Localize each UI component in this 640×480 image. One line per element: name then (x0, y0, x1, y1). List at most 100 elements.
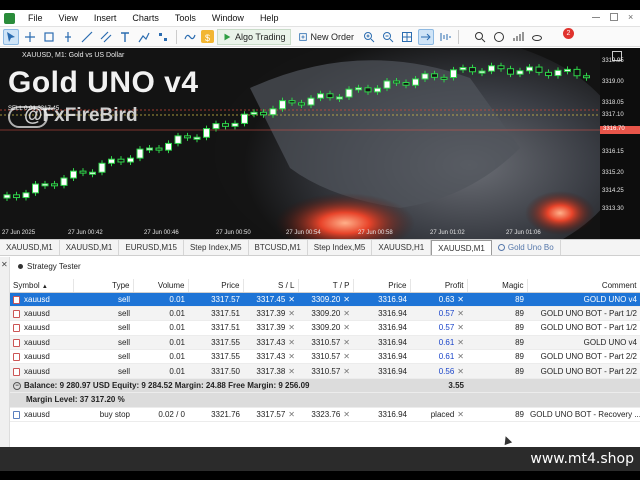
remove-sl-icon[interactable]: ✕ (288, 295, 295, 304)
chart-tab[interactable]: Step Index,M5 (308, 240, 373, 255)
table-row[interactable]: xauusd sell 0.01 3317.51 3317.39 ✕ 3309.2… (10, 306, 640, 322)
search-button[interactable] (472, 29, 488, 45)
channel-button[interactable] (98, 29, 114, 45)
menu-help[interactable]: Help (252, 13, 287, 23)
close-position-icon[interactable]: ✕ (457, 367, 464, 376)
close-position-icon[interactable]: ✕ (457, 309, 464, 318)
remove-sl-icon[interactable]: ✕ (288, 309, 295, 318)
table-row[interactable]: xauusd sell 0.01 3317.51 3317.39 ✕ 3309.2… (10, 320, 640, 336)
close-icon[interactable]: ✕ (1, 260, 8, 269)
price-axis-label: 3318.05 (602, 100, 624, 106)
remove-tp-icon[interactable]: ✕ (343, 367, 350, 376)
expand-summary-icon[interactable]: − (13, 381, 21, 390)
remove-tp-icon[interactable]: ✕ (343, 309, 350, 318)
cell-volume: 0.01 (133, 292, 188, 307)
column-header-type[interactable]: Type (73, 279, 134, 293)
new-order-button[interactable]: New Order (294, 29, 359, 45)
delete-order-icon[interactable]: ✕ (457, 410, 464, 419)
cell-magic: 89 (467, 306, 527, 322)
balance-summary-text: Balance: 9 280.97 USD Equity: 9 284.52 M… (24, 381, 310, 391)
table-row[interactable]: xauusd sell 0.01 3317.57 3317.45 ✕ 3309.2… (10, 292, 640, 307)
menu-view[interactable]: View (51, 13, 86, 23)
restore-icon[interactable] (610, 13, 618, 21)
remove-sl-icon[interactable]: ✕ (288, 367, 295, 376)
chart-shift-button[interactable] (437, 29, 453, 45)
column-header-sl[interactable]: S / L (243, 279, 299, 293)
chart-tab[interactable]: XAUUSD,M1 (60, 240, 120, 255)
zoom-out-button[interactable] (380, 29, 396, 45)
zoom-in-button[interactable] (361, 29, 377, 45)
menu-tools[interactable]: Tools (167, 13, 204, 23)
candle (554, 69, 562, 77)
close-position-icon[interactable]: ✕ (457, 295, 464, 304)
column-header-magic[interactable]: Magic (467, 279, 528, 293)
column-header-current-price[interactable]: Price (353, 279, 411, 293)
tile-windows-button[interactable] (399, 29, 415, 45)
algo-trading-button[interactable]: Algo Trading (217, 28, 291, 45)
candle (507, 68, 514, 75)
indicators-button[interactable] (182, 29, 198, 45)
column-header-profit[interactable]: Profit (410, 279, 468, 293)
column-header-symbol[interactable]: Symbol ▲ (10, 279, 74, 293)
minimize-icon[interactable] (592, 13, 600, 18)
vps-button[interactable] (529, 29, 545, 45)
remove-sl-icon[interactable]: ✕ (288, 323, 295, 332)
chart-tab[interactable]: EURUSD,M15 (119, 240, 184, 255)
close-position-icon[interactable]: ✕ (457, 338, 464, 347)
column-header-comment[interactable]: Comment (527, 279, 640, 293)
menu-insert[interactable]: Insert (86, 13, 125, 23)
crosshair-tool-button[interactable] (22, 29, 38, 45)
menu-window[interactable]: Window (204, 13, 252, 23)
chart-tab-icon (497, 244, 505, 252)
chart-tab-active[interactable]: XAUUSD,M1 (431, 240, 492, 255)
panel-title: Strategy Tester (18, 262, 81, 271)
cell-type: sell (73, 292, 133, 307)
column-header-volume[interactable]: Volume (133, 279, 189, 293)
remove-tp-icon[interactable]: ✕ (343, 295, 350, 304)
close-position-icon[interactable]: ✕ (457, 323, 464, 332)
cell-tp: 3323.76 (311, 409, 341, 419)
shapes-tool-button[interactable] (136, 29, 152, 45)
chart-tab[interactable]: BTCUSD,M1 (249, 240, 308, 255)
cursor-tool-button[interactable] (3, 28, 19, 45)
signals-button[interactable] (510, 29, 526, 45)
remove-sl-icon[interactable]: ✕ (288, 410, 295, 419)
remove-tp-icon[interactable]: ✕ (343, 352, 350, 361)
chart-tab[interactable]: Gold Uno Bo (492, 240, 561, 255)
column-header-price[interactable]: Price (188, 279, 244, 293)
remove-tp-icon[interactable]: ✕ (343, 323, 350, 332)
table-row[interactable]: xauusd sell 0.01 3317.50 3317.38 ✕ 3310.5… (10, 363, 640, 379)
chart-tab[interactable]: Step Index,M5 (184, 240, 249, 255)
price-chart[interactable]: XAUUSD, M1: Gold vs US Dollar Gold UNO v… (0, 48, 640, 239)
remove-sl-icon[interactable]: ✕ (288, 352, 295, 361)
chart-tab[interactable]: XAUUSD,H1 (372, 240, 432, 255)
time-axis-label: 27 Jun 00:54 (286, 230, 321, 236)
cell-current-price: 3316.94 (353, 320, 410, 336)
cell-price: 3321.76 (188, 407, 243, 423)
notifications-button[interactable] (491, 29, 507, 45)
zoom-frame-button[interactable] (41, 29, 57, 45)
candle (488, 65, 495, 72)
margin-level-row: Margin Level: 37 317.20 % (10, 392, 640, 408)
menu-charts[interactable]: Charts (124, 13, 167, 23)
objects-menu-button[interactable] (155, 29, 171, 45)
cell-profit: 0.63 (438, 294, 455, 304)
remove-sl-icon[interactable]: ✕ (288, 338, 295, 347)
table-row[interactable]: xauusd sell 0.01 3317.55 3317.43 ✕ 3310.5… (10, 349, 640, 365)
close-icon[interactable]: × (628, 13, 636, 22)
column-header-tp[interactable]: T / P (298, 279, 354, 293)
close-position-icon[interactable]: ✕ (457, 352, 464, 361)
trendline-button[interactable] (79, 29, 95, 45)
cell-magic: 89 (467, 349, 527, 365)
autoscroll-button[interactable] (418, 28, 435, 45)
text-tool-button[interactable] (117, 29, 133, 45)
chart-tab[interactable]: XAUUSD,M1 (0, 240, 60, 255)
market-button[interactable]: $ (201, 30, 214, 43)
vertical-line-button[interactable] (60, 29, 76, 45)
menu-file[interactable]: File (20, 13, 51, 23)
table-row[interactable]: xauusd sell 0.01 3317.55 3317.43 ✕ 3310.5… (10, 335, 640, 351)
remove-tp-icon[interactable]: ✕ (343, 338, 350, 347)
pending-order-row[interactable]: xauusd buy stop 0.02 / 0 3321.76 3317.57… (10, 407, 640, 423)
remove-tp-icon[interactable]: ✕ (343, 410, 350, 419)
candle (469, 67, 476, 73)
